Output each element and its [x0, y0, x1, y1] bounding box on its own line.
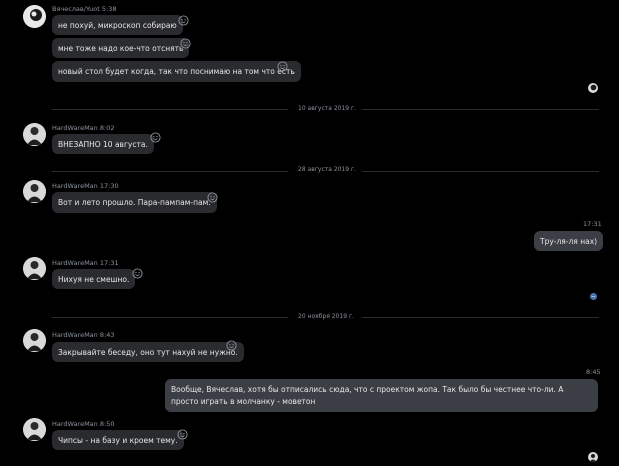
date-divider-line — [362, 171, 599, 172]
author-name[interactable]: HardWareMan — [52, 420, 98, 428]
message-text: Закрывайте беседу, оно тут нахуй не нужн… — [58, 347, 238, 357]
own-message-time: 17:31 — [583, 220, 602, 228]
message-bubble[interactable]: Чипсы - на базу и кроем тему. — [52, 430, 184, 450]
smile-icon[interactable] — [178, 15, 189, 26]
message-time: 17:30 — [99, 182, 119, 190]
message-text: новый стол будет когда, так что поснимаю… — [58, 67, 295, 76]
message-bubble[interactable]: ВНЕЗАПНО 10 августа. — [52, 134, 154, 154]
message-bubble[interactable]: мне тоже надо кое-что отснять — [52, 38, 190, 58]
message-header: Вячеслав/Yuot 5:38 — [52, 5, 117, 13]
date-divider-line — [52, 317, 288, 318]
smile-icon[interactable] — [177, 429, 188, 440]
date-separator: 20 ноября 2019 г. — [298, 313, 355, 320]
message-text: ВНЕЗАПНО 10 августа. — [58, 139, 148, 149]
message-header: HardWareMan 17:31 — [52, 259, 119, 267]
author-name[interactable]: HardWareMan — [52, 331, 98, 339]
message-header: HardWareMan 8:50 — [52, 420, 114, 428]
message-bubble[interactable]: Закрывайте беседу, оно тут нахуй не нужн… — [52, 342, 244, 362]
message-header: HardWareMan 8:02 — [52, 124, 114, 132]
message-text: Вообще, Вячеслав, хотя бы отписались сюд… — [171, 384, 564, 406]
avatar[interactable] — [23, 329, 46, 352]
message-time: 17:31 — [99, 259, 119, 267]
avatar[interactable] — [23, 5, 46, 28]
avatar-image — [23, 329, 46, 352]
message-text: не похуй, микроскоп собираю — [58, 20, 177, 30]
date-separator: 28 августа 2019 г. — [298, 166, 357, 173]
message-header: HardWareMan 17:30 — [52, 182, 119, 190]
message-bubble[interactable]: новый стол будет когда, так что поснимаю… — [52, 61, 301, 82]
avatar-image — [23, 180, 46, 203]
author-name[interactable]: HardWareMan — [52, 259, 98, 267]
smile-icon[interactable] — [277, 61, 288, 72]
date-divider-line — [52, 171, 288, 172]
smile-icon[interactable] — [132, 268, 143, 279]
author-name[interactable]: HardWareMan — [52, 124, 98, 132]
message-time: 5:38 — [101, 5, 117, 13]
smile-icon[interactable] — [180, 38, 191, 49]
message-time: 8:50 — [99, 420, 115, 428]
message-bubble[interactable]: не похуй, микроскоп собираю — [52, 15, 183, 35]
message-text: Нихуя не смешно. — [58, 274, 130, 284]
author-name[interactable]: Вячеслав/Yuot — [52, 5, 100, 13]
date-divider-line — [52, 109, 288, 110]
read-receipt-icon — [588, 83, 598, 93]
read-receipt-icon — [588, 452, 598, 462]
message-text: Вот и лето прошло. Пара-пампам-пам. — [58, 198, 211, 207]
message-time: 8:02 — [99, 124, 115, 132]
avatar-image — [23, 257, 46, 280]
avatar[interactable] — [23, 257, 46, 280]
message-text: Тру-ля-ля нах) — [540, 236, 598, 246]
message-text: Чипсы - на базу и кроем тему. — [58, 435, 178, 445]
smile-icon[interactable] — [207, 192, 218, 203]
unread-indicator-icon — [589, 292, 598, 301]
date-divider-line — [362, 109, 599, 110]
avatar-image — [23, 123, 46, 146]
avatar[interactable] — [23, 180, 46, 203]
avatar[interactable] — [23, 418, 46, 441]
date-separator: 10 августа 2019 г. — [298, 105, 357, 112]
own-message-time: 8:45 — [586, 368, 601, 376]
message-bubble[interactable]: Вот и лето прошло. Пара-пампам-пам. — [52, 192, 217, 213]
smile-icon[interactable] — [226, 340, 237, 351]
message-text: мне тоже надо кое-что отснять — [58, 43, 184, 53]
avatar[interactable] — [23, 123, 46, 146]
avatar-image — [23, 418, 46, 441]
own-message-bubble[interactable]: Вообще, Вячеслав, хотя бы отписались сюд… — [165, 379, 598, 412]
avatar-image — [23, 5, 46, 28]
own-message-bubble[interactable]: Тру-ля-ля нах) — [534, 231, 604, 251]
author-name[interactable]: HardWareMan — [52, 182, 98, 190]
message-bubble[interactable]: Нихуя не смешно. — [52, 269, 136, 289]
smile-icon[interactable] — [150, 132, 161, 143]
message-header: HardWareMan 8:43 — [52, 331, 114, 339]
message-time: 8:43 — [99, 331, 115, 339]
date-divider-line — [362, 317, 599, 318]
